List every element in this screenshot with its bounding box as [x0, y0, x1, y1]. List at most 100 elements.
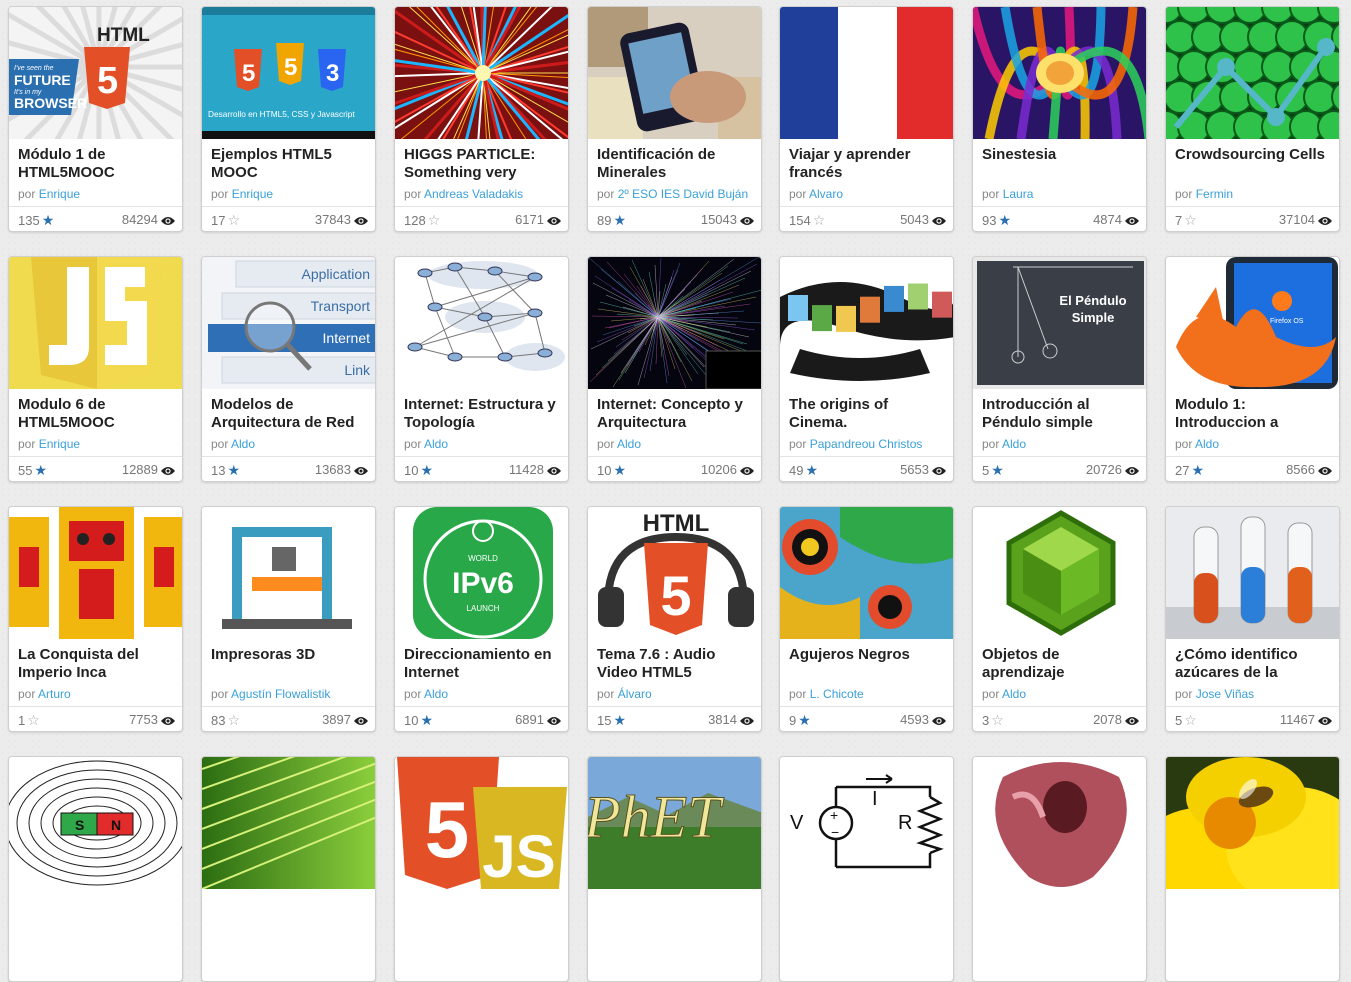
- resource-card[interactable]: + − V I R: [779, 756, 954, 982]
- author-link[interactable]: Enrique: [39, 437, 80, 451]
- author-link[interactable]: Aldo: [424, 687, 448, 701]
- star-filled-icon[interactable]: ★: [998, 212, 1011, 229]
- card-title[interactable]: Internet: Estructura y Topología: [404, 396, 564, 432]
- card-title[interactable]: Modulo 1: Introduccion a: [1175, 396, 1335, 432]
- author-link[interactable]: Álvaro: [618, 687, 652, 701]
- author-link[interactable]: Arturo: [38, 687, 71, 701]
- resource-card[interactable]: Identificación de Minerales por 2º ESO IE…: [587, 6, 762, 232]
- author-link[interactable]: Aldo: [1002, 687, 1026, 701]
- card-title[interactable]: Impresoras 3D: [211, 646, 371, 664]
- author-link[interactable]: Agustín Flowalistik: [231, 687, 330, 701]
- author-link[interactable]: Aldo: [424, 437, 448, 451]
- resource-card[interactable]: The origins of Cinema. por Papandreou Chr…: [779, 256, 954, 482]
- resource-card[interactable]: [1165, 756, 1340, 982]
- card-title[interactable]: Modelos de Arquitectura de Red: [211, 396, 371, 432]
- card-title[interactable]: Introducción al Péndulo simple: [982, 396, 1142, 432]
- card-title[interactable]: Módulo 1 de HTML5MOOC: [18, 146, 178, 182]
- card-title[interactable]: Viajar y aprender francés: [789, 146, 949, 182]
- firefox-os-image[interactable]: Firefox OS: [1166, 257, 1339, 389]
- card-title[interactable]: Modulo 6 de HTML5MOOC: [18, 396, 178, 432]
- resource-card[interactable]: [201, 756, 376, 982]
- resource-card[interactable]: La Conquista del Imperio Inca por Arturo 1…: [8, 506, 183, 732]
- resource-card[interactable]: HTML 5 Tema 7.6 : Audio Video HTML5 por Ál…: [587, 506, 762, 732]
- card-title[interactable]: Objetos de aprendizaje: [982, 646, 1142, 682]
- resource-card[interactable]: El Péndulo Simple Introducción al Péndulo…: [972, 256, 1147, 482]
- network-layers-image[interactable]: Application Transport Internet Link: [202, 257, 375, 389]
- author-link[interactable]: Papandreou Christos: [810, 437, 923, 451]
- ipv6-launch-image[interactable]: WORLD IPv6 LAUNCH: [395, 507, 568, 639]
- network-topology-image[interactable]: [395, 257, 568, 389]
- resource-card[interactable]: Modulo 6 de HTML5MOOC por Enrique 55 ★ 12889: [8, 256, 183, 482]
- html5-js-badges-image[interactable]: 5 JS: [395, 757, 568, 889]
- author-link[interactable]: Laura: [1003, 187, 1034, 201]
- particle-collision-image[interactable]: [395, 7, 568, 139]
- green-leaf-image[interactable]: [202, 757, 375, 889]
- resource-card[interactable]: Internet: Concepto y Arquitectura por Ald…: [587, 256, 762, 482]
- author-link[interactable]: Aldo: [1195, 437, 1219, 451]
- internet-map-image[interactable]: [588, 257, 761, 389]
- heart-anatomy-image[interactable]: [973, 757, 1146, 889]
- html-css-js-slide-image[interactable]: 5 5 3 Desarrollo en HTML5, CSS y Javascr…: [202, 7, 375, 139]
- green-cube-image[interactable]: [973, 507, 1146, 639]
- html5-future-browser-image[interactable]: HTML 5 I've seen the FUTURE It's in my B…: [9, 7, 182, 139]
- author-link[interactable]: Fermin: [1196, 187, 1233, 201]
- card-title[interactable]: Internet: Concepto y Arquitectura: [597, 396, 757, 432]
- card-title[interactable]: Identificación de Minerales: [597, 146, 757, 182]
- card-title[interactable]: Ejemplos HTML5 MOOC: [211, 146, 371, 182]
- author-link[interactable]: Jose Viñas: [1196, 687, 1254, 701]
- resource-card[interactable]: Sinestesia por Laura 93 ★ 4874: [972, 6, 1147, 232]
- resource-card[interactable]: Objetos de aprendizaje por Aldo 3 ☆ 2078: [972, 506, 1147, 732]
- star-filled-icon[interactable]: ★: [613, 462, 626, 479]
- star-outline-icon[interactable]: ☆: [1184, 712, 1197, 729]
- card-title[interactable]: The origins of Cinema.: [789, 396, 949, 432]
- star-outline-icon[interactable]: ☆: [813, 212, 826, 229]
- author-link[interactable]: Aldo: [617, 437, 641, 451]
- card-title[interactable]: Agujeros Negros: [789, 646, 949, 664]
- author-link[interactable]: Aldo: [1002, 437, 1026, 451]
- star-filled-icon[interactable]: ★: [613, 712, 626, 729]
- star-filled-icon[interactable]: ★: [42, 212, 55, 229]
- film-strip-image[interactable]: [780, 257, 953, 389]
- colorful-brain-image[interactable]: [973, 7, 1146, 139]
- inca-figure-image[interactable]: [9, 507, 182, 639]
- phet-logo-image[interactable]: PhET: [588, 757, 761, 889]
- resource-card[interactable]: Crowdsourcing Cells por Fermin 7 ☆ 37104: [1165, 6, 1340, 232]
- card-title[interactable]: Tema 7.6 : Audio Video HTML5: [597, 646, 757, 682]
- resource-card[interactable]: [972, 756, 1147, 982]
- author-link[interactable]: Enrique: [232, 187, 273, 201]
- card-title[interactable]: ¿Cómo identifico azúcares de la: [1175, 646, 1335, 682]
- test-tubes-image[interactable]: [1166, 507, 1339, 639]
- card-title[interactable]: La Conquista del Imperio Inca: [18, 646, 178, 682]
- bee-flower-image[interactable]: [1166, 757, 1339, 889]
- resource-card[interactable]: Internet: Estructura y Topología por Aldo…: [394, 256, 569, 482]
- resource-card[interactable]: Agujeros Negros por L. Chicote 9 ★ 4593: [779, 506, 954, 732]
- author-link[interactable]: Andreas Valadakis: [424, 187, 523, 201]
- author-link[interactable]: 2º ESO IES David Buján: [618, 187, 748, 201]
- resource-card[interactable]: Firefox OS Modulo 1: Introduccion a por A…: [1165, 256, 1340, 482]
- card-title[interactable]: Crowdsourcing Cells: [1175, 146, 1335, 164]
- star-filled-icon[interactable]: ★: [1191, 462, 1204, 479]
- phone-qr-scan-image[interactable]: [588, 7, 761, 139]
- resource-card[interactable]: HTML 5 I've seen the FUTURE It's in my B…: [8, 6, 183, 232]
- resource-card[interactable]: Application Transport Internet Link Mode…: [201, 256, 376, 482]
- card-title[interactable]: Direccionamiento en Internet: [404, 646, 564, 682]
- 3d-printer-image[interactable]: [202, 507, 375, 639]
- star-filled-icon[interactable]: ★: [613, 212, 626, 229]
- author-link[interactable]: Aldo: [231, 437, 255, 451]
- star-filled-icon[interactable]: ★: [227, 462, 240, 479]
- circuit-diagram-image[interactable]: + − V I R: [780, 757, 953, 889]
- star-outline-icon[interactable]: ☆: [27, 712, 40, 729]
- resource-card[interactable]: Impresoras 3D por Agustín Flowalistik 83 ☆ 3…: [201, 506, 376, 732]
- star-filled-icon[interactable]: ★: [991, 462, 1004, 479]
- french-flag-image[interactable]: [780, 7, 953, 139]
- card-title[interactable]: HIGGS PARTICLE: Something very: [404, 146, 564, 182]
- star-filled-icon[interactable]: ★: [805, 462, 818, 479]
- html5-headphones-image[interactable]: HTML 5: [588, 507, 761, 639]
- star-filled-icon[interactable]: ★: [34, 462, 47, 479]
- author-link[interactable]: Enrique: [39, 187, 80, 201]
- magnet-field-image[interactable]: S N: [9, 757, 182, 889]
- aboriginal-art-image[interactable]: [780, 507, 953, 639]
- star-outline-icon[interactable]: ☆: [227, 212, 240, 229]
- author-link[interactable]: Alvaro: [809, 187, 843, 201]
- resource-card[interactable]: PhET: [587, 756, 762, 982]
